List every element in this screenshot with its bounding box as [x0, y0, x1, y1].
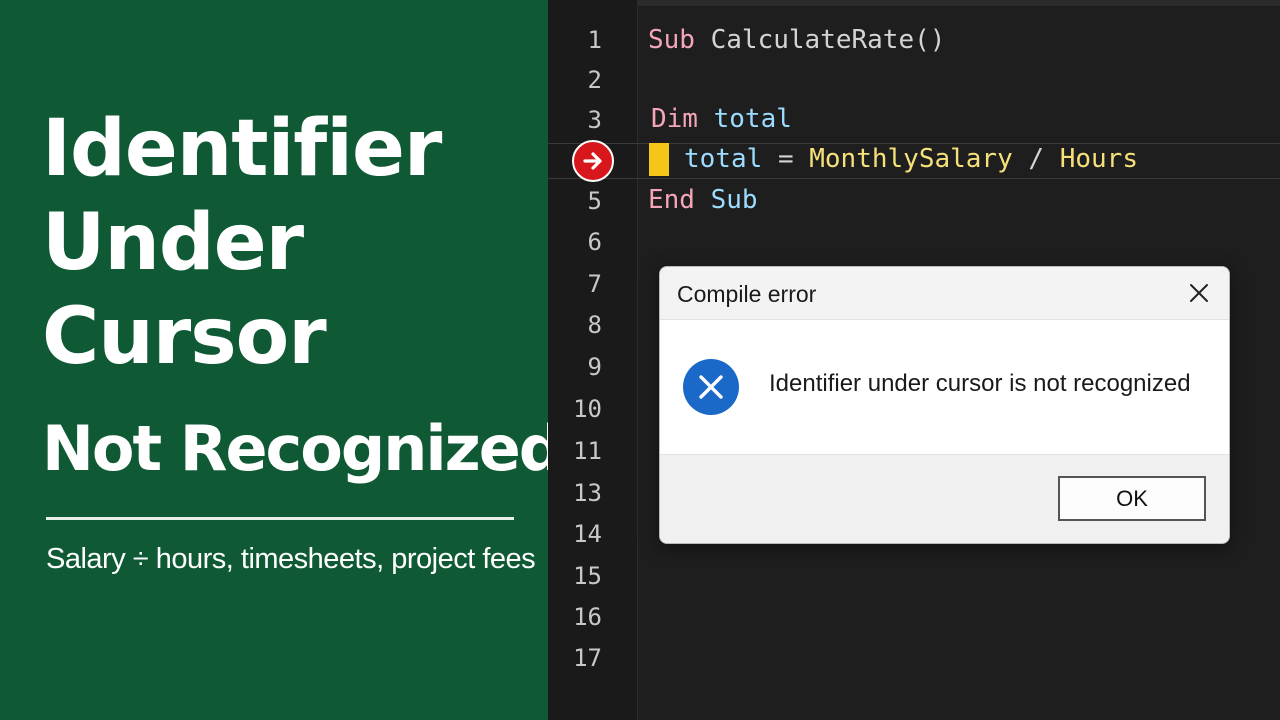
code-line-1[interactable]: Sub CalculateRate()	[648, 25, 945, 55]
code-line-5[interactable]: End Sub	[648, 185, 758, 215]
divider	[46, 517, 514, 520]
line-number: 5	[587, 187, 602, 215]
arrow-right-icon	[583, 152, 602, 170]
keyword: Sub	[710, 185, 758, 215]
title-line-4: Not Recognized	[42, 412, 563, 485]
line-number: 16	[573, 603, 602, 631]
line-number: 9	[587, 353, 602, 381]
close-icon	[1190, 284, 1208, 302]
line-number: 6	[587, 228, 602, 256]
identifier: MonthlySalary	[809, 144, 1013, 174]
variable: total	[713, 104, 792, 134]
title-line-2: Under	[42, 198, 304, 288]
breakpoint-marker[interactable]	[572, 140, 614, 182]
identifier: Hours	[1059, 144, 1138, 174]
line-number: 13	[573, 479, 602, 507]
variable: total	[684, 144, 763, 174]
close-button[interactable]	[1183, 277, 1215, 309]
line-number: 8	[587, 311, 602, 339]
keyword: Dim	[651, 104, 698, 134]
operator: =	[777, 144, 794, 174]
error-x-icon	[683, 359, 739, 415]
operator: /	[1028, 144, 1045, 174]
title-line-3: Cursor	[42, 292, 327, 382]
editor-top-bar	[548, 0, 1280, 6]
identifier: CalculateRate()	[710, 25, 946, 55]
title-line-1: Identifier	[42, 104, 442, 194]
compile-error-dialog: Compile error Identifier under cursor is…	[659, 266, 1230, 544]
error-message: Identifier under cursor is not recognize…	[769, 370, 1191, 397]
line-number: 15	[573, 562, 602, 590]
dialog-titlebar[interactable]: Compile error	[660, 267, 1229, 320]
execution-point-marker	[649, 143, 669, 176]
line-number: 2	[587, 66, 602, 94]
line-number-gutter[interactable]: 1 2 3 5 6 7 8 9 10 11 13 14 15 16 17	[548, 0, 638, 720]
code-line-4[interactable]: total = MonthlySalary / Hours	[684, 144, 1138, 174]
dialog-title: Compile error	[677, 281, 817, 307]
keyword: Sub	[648, 25, 695, 55]
line-number: 7	[587, 270, 602, 298]
title-panel: Identifier Under Cursor Not Recognized S…	[0, 0, 563, 720]
line-number: 11	[573, 437, 602, 465]
line-number: 10	[573, 395, 602, 423]
code-line-3[interactable]: Dim total	[651, 104, 792, 134]
line-number: 1	[587, 26, 602, 54]
line-number: 3	[587, 106, 602, 134]
line-number: 14	[573, 520, 602, 548]
dialog-footer: OK	[660, 454, 1229, 543]
line-number: 17	[573, 644, 602, 672]
dialog-body: Identifier under cursor is not recognize…	[660, 320, 1229, 454]
subtitle: Salary ÷ hours, timesheets, project fees	[46, 543, 536, 575]
ok-button[interactable]: OK	[1058, 476, 1206, 521]
keyword: End	[648, 185, 695, 215]
